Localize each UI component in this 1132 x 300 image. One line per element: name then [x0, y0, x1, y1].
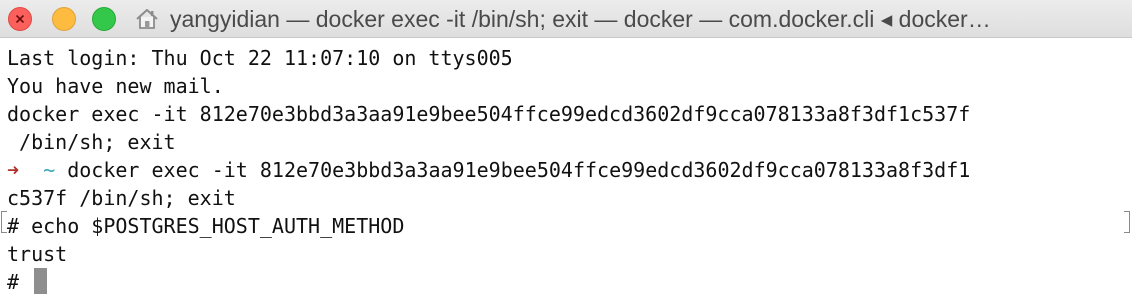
- terminal-line-output: trust: [7, 242, 68, 266]
- prompt-command: docker exec -it 812e70e3bbd3a3aa91e9bee5…: [55, 158, 971, 182]
- prompt-home-dir: ~: [43, 158, 56, 182]
- terminal-line-last-login: Last login: Thu Oct 22 11:07:10 on ttys0…: [7, 46, 513, 70]
- home-icon: [136, 9, 158, 29]
- mark-bracket-left: [1, 211, 7, 233]
- mark-bracket-right: [1124, 211, 1130, 233]
- terminal-line-command: docker exec -it 812e70e3bbd3a3aa91e9bee5…: [7, 102, 971, 126]
- terminal-line-shell-prompt: #: [7, 270, 32, 294]
- window-title: yangyidian — docker exec -it /bin/sh; ex…: [170, 6, 991, 32]
- terminal-window: yangyidian — docker exec -it /bin/sh; ex…: [0, 0, 1132, 300]
- zoom-icon: [93, 8, 115, 30]
- close-button[interactable]: [8, 7, 32, 31]
- minimize-icon: [53, 8, 75, 30]
- terminal-cursor: [34, 268, 47, 294]
- terminal-content[interactable]: Last login: Thu Oct 22 11:07:10 on ttys0…: [0, 44, 1132, 300]
- title-bar[interactable]: yangyidian — docker exec -it /bin/sh; ex…: [0, 0, 1132, 38]
- zoom-button[interactable]: [92, 7, 116, 31]
- minimize-button[interactable]: [52, 7, 76, 31]
- terminal-line-command-wrap: /bin/sh; exit: [7, 130, 176, 154]
- close-icon: [9, 8, 31, 30]
- terminal-line-prompt: ➜ ~ docker exec -it 812e70e3bbd3a3aa91e9…: [7, 156, 970, 184]
- terminal-line-new-mail: You have new mail.: [7, 74, 224, 98]
- terminal-line-prompt-wrap: c537f /bin/sh; exit: [7, 186, 236, 210]
- terminal-line-echo: # echo $POSTGRES_HOST_AUTH_METHOD: [7, 214, 405, 238]
- prompt-arrow-icon: ➜: [7, 158, 20, 182]
